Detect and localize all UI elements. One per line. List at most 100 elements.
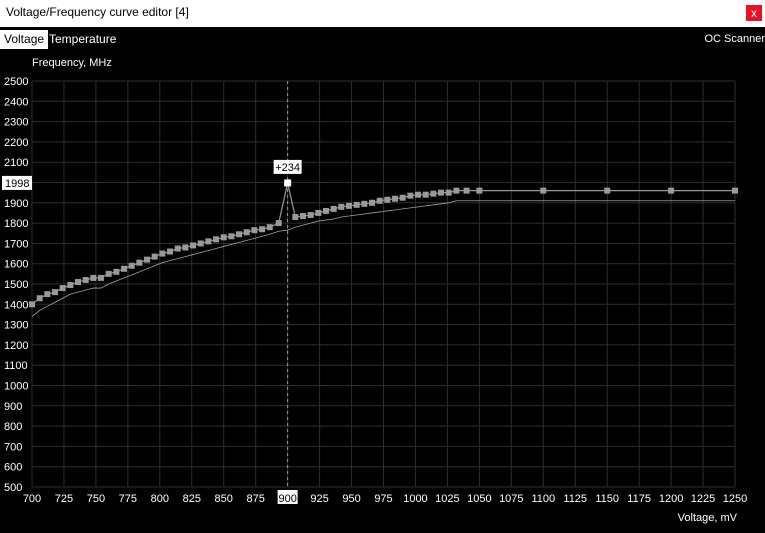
y-tick-label: 1800 [4, 218, 28, 230]
curve-point[interactable] [197, 240, 204, 247]
curve-point[interactable] [463, 187, 470, 194]
curve-point[interactable] [136, 259, 143, 266]
curve-point[interactable] [52, 289, 59, 296]
y-tick-label: 600 [4, 462, 22, 474]
curve-point[interactable] [422, 191, 429, 198]
curve-point[interactable] [36, 295, 43, 302]
y-tick-label: 1900 [4, 198, 28, 210]
tab-temperature[interactable]: Temperature [45, 30, 120, 49]
curve-point[interactable] [213, 236, 220, 243]
curve-point[interactable] [113, 268, 120, 275]
x-tick-label: 1125 [563, 493, 587, 505]
curve-point[interactable] [121, 265, 128, 272]
curve-point[interactable] [98, 274, 105, 281]
curve-point[interactable] [105, 270, 112, 277]
curve-point[interactable] [275, 220, 282, 227]
curve-point[interactable] [384, 196, 391, 203]
curve-point[interactable] [205, 238, 212, 245]
curve-point[interactable] [82, 276, 89, 283]
curve-point[interactable] [59, 285, 66, 292]
curve-point[interactable] [438, 189, 445, 196]
x-tick-label: 875 [247, 493, 265, 505]
y-tick-label: 1500 [4, 279, 28, 291]
curve-point[interactable] [190, 242, 197, 249]
x-tick-label: 700 [23, 493, 41, 505]
curve-point[interactable] [67, 282, 74, 289]
curve-point[interactable] [236, 231, 243, 238]
y-tick-label: 500 [4, 482, 22, 494]
curve-point[interactable] [430, 190, 437, 197]
y-tick-label-selected: 1998 [5, 178, 29, 190]
y-ticks: 500 600 700 800 900 1000 1100 1200 1300 1400 1500 1… [2, 76, 32, 494]
curve-point[interactable] [167, 248, 174, 255]
curve-point[interactable] [376, 197, 383, 204]
curve-point[interactable] [174, 245, 181, 252]
close-button[interactable]: x [746, 5, 762, 21]
y-tick-label: 2400 [4, 96, 28, 108]
vf-curve-chart[interactable]: Frequency, MHz Voltage, mV 500 600 700 800 9… [0, 49, 765, 533]
x-tick-label: 1150 [595, 493, 619, 505]
curve-point[interactable] [322, 207, 329, 214]
y-tick-label: 1300 [4, 320, 28, 332]
x-ticks: 700 725 750 775 800 825 850 875 900 925 950 975 1000… [23, 490, 747, 505]
y-axis-label: Frequency, MHz [32, 57, 112, 69]
curve-point[interactable] [182, 244, 189, 251]
curve-point[interactable] [292, 214, 299, 221]
curve-point[interactable] [345, 202, 352, 209]
curve-point[interactable] [399, 194, 406, 201]
x-tick-label: 1250 [723, 493, 747, 505]
x-tick-label: 775 [119, 493, 137, 505]
curve-point[interactable] [90, 274, 97, 281]
curve-point[interactable] [732, 187, 738, 194]
offset-label: +234 [275, 162, 300, 174]
y-tick-label: 1200 [4, 340, 28, 352]
curve-point[interactable] [315, 209, 322, 216]
curve-point[interactable] [415, 191, 422, 198]
curve-point[interactable] [75, 278, 82, 285]
curve-point[interactable] [259, 226, 266, 233]
curve-point[interactable] [151, 253, 158, 260]
curve-point[interactable] [159, 250, 166, 257]
tab-voltage[interactable]: Voltage [0, 30, 49, 49]
curve-point[interactable] [353, 201, 360, 208]
y-tick-label: 700 [4, 441, 22, 453]
curve-point[interactable] [266, 224, 273, 231]
x-tick-label: 725 [55, 493, 73, 505]
curve-point[interactable] [307, 211, 314, 218]
x-tick-label: 800 [151, 493, 169, 505]
curve-point[interactable] [299, 212, 306, 219]
window-title: Voltage/Frequency curve editor [4] [6, 5, 189, 19]
curve-point[interactable] [453, 187, 460, 194]
curve-point[interactable] [128, 262, 135, 269]
curve-point[interactable] [44, 291, 51, 298]
y-tick-label: 2300 [4, 117, 28, 129]
curve-point[interactable] [220, 234, 227, 241]
x-tick-label: 975 [374, 493, 392, 505]
y-tick-label: 2500 [4, 76, 28, 88]
curve-point[interactable] [361, 200, 368, 207]
curve-point[interactable] [407, 192, 414, 199]
curve-point[interactable] [368, 199, 375, 206]
curve-point[interactable] [338, 203, 345, 210]
curve-point[interactable] [476, 187, 483, 194]
curve-point[interactable] [445, 189, 452, 196]
oc-scanner-button[interactable]: OC Scanner [704, 30, 765, 49]
curve-point[interactable] [330, 205, 337, 212]
x-tick-label: 1175 [627, 493, 651, 505]
y-tick-label: 2100 [4, 157, 28, 169]
curve-point[interactable] [29, 301, 35, 308]
x-tick-label: 750 [87, 493, 105, 505]
curve-point[interactable] [251, 227, 258, 234]
selected-point[interactable] [284, 179, 292, 187]
x-axis-label: Voltage, mV [678, 512, 738, 524]
y-tick-label: 800 [4, 421, 22, 433]
curve-point[interactable] [392, 195, 399, 202]
curve-point[interactable] [228, 233, 235, 240]
y-tick-label: 1400 [4, 299, 28, 311]
curve-point[interactable] [144, 256, 151, 263]
curve-point[interactable] [604, 187, 611, 194]
curve-point[interactable] [243, 229, 250, 236]
tab-bar: Voltage Temperature OC Scanner [0, 27, 765, 49]
curve-point[interactable] [668, 187, 675, 194]
curve-point[interactable] [540, 187, 547, 194]
